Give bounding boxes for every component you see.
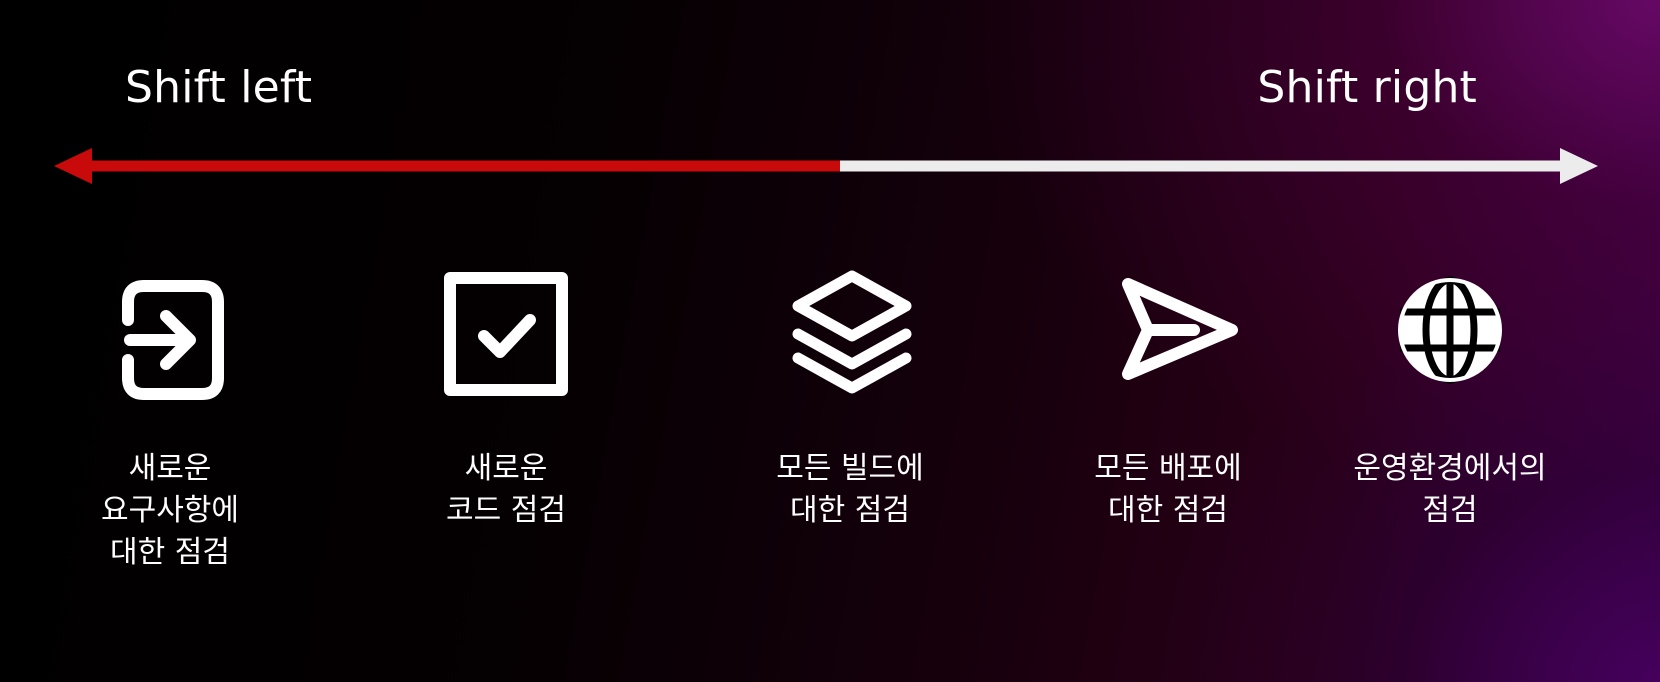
login-icon bbox=[106, 270, 246, 410]
step-2-line-1: 새로운 bbox=[464, 451, 548, 486]
step-1-line-2: 요구사항에 bbox=[101, 493, 239, 528]
step-1-caption: 새로운 요구사항에 대한 점검 bbox=[40, 448, 300, 574]
shift-diagram: Shift left Shift right 새로운 요구사항에 대한 점검 새… bbox=[0, 0, 1660, 682]
layers-icon bbox=[782, 264, 922, 404]
arrow-right-head bbox=[1560, 148, 1598, 184]
globe-icon bbox=[1380, 268, 1520, 408]
step-1-line-1: 새로운 bbox=[128, 451, 212, 486]
step-3-line-2: 대한 점검 bbox=[790, 493, 910, 528]
step-5-caption: 운영환경에서의 점검 bbox=[1320, 448, 1580, 532]
step-4-caption: 모든 배포에 대한 점검 bbox=[1038, 448, 1298, 532]
step-3-line-1: 모든 빌드에 bbox=[776, 451, 924, 486]
step-2-caption: 새로운 코드 점검 bbox=[376, 448, 636, 532]
arrow-left-head bbox=[54, 148, 92, 184]
step-3-caption: 모든 빌드에 대한 점검 bbox=[720, 448, 980, 532]
step-1-line-3: 대한 점검 bbox=[110, 535, 230, 570]
send-icon bbox=[1106, 270, 1246, 410]
step-4-line-1: 모든 배포에 bbox=[1094, 451, 1242, 486]
step-4-line-2: 대한 점검 bbox=[1108, 493, 1228, 528]
checkbox-icon bbox=[440, 266, 580, 406]
step-2-line-2: 코드 점검 bbox=[446, 493, 566, 528]
step-5-line-2: 점검 bbox=[1422, 493, 1478, 528]
step-5-line-1: 운영환경에서의 bbox=[1353, 451, 1547, 486]
